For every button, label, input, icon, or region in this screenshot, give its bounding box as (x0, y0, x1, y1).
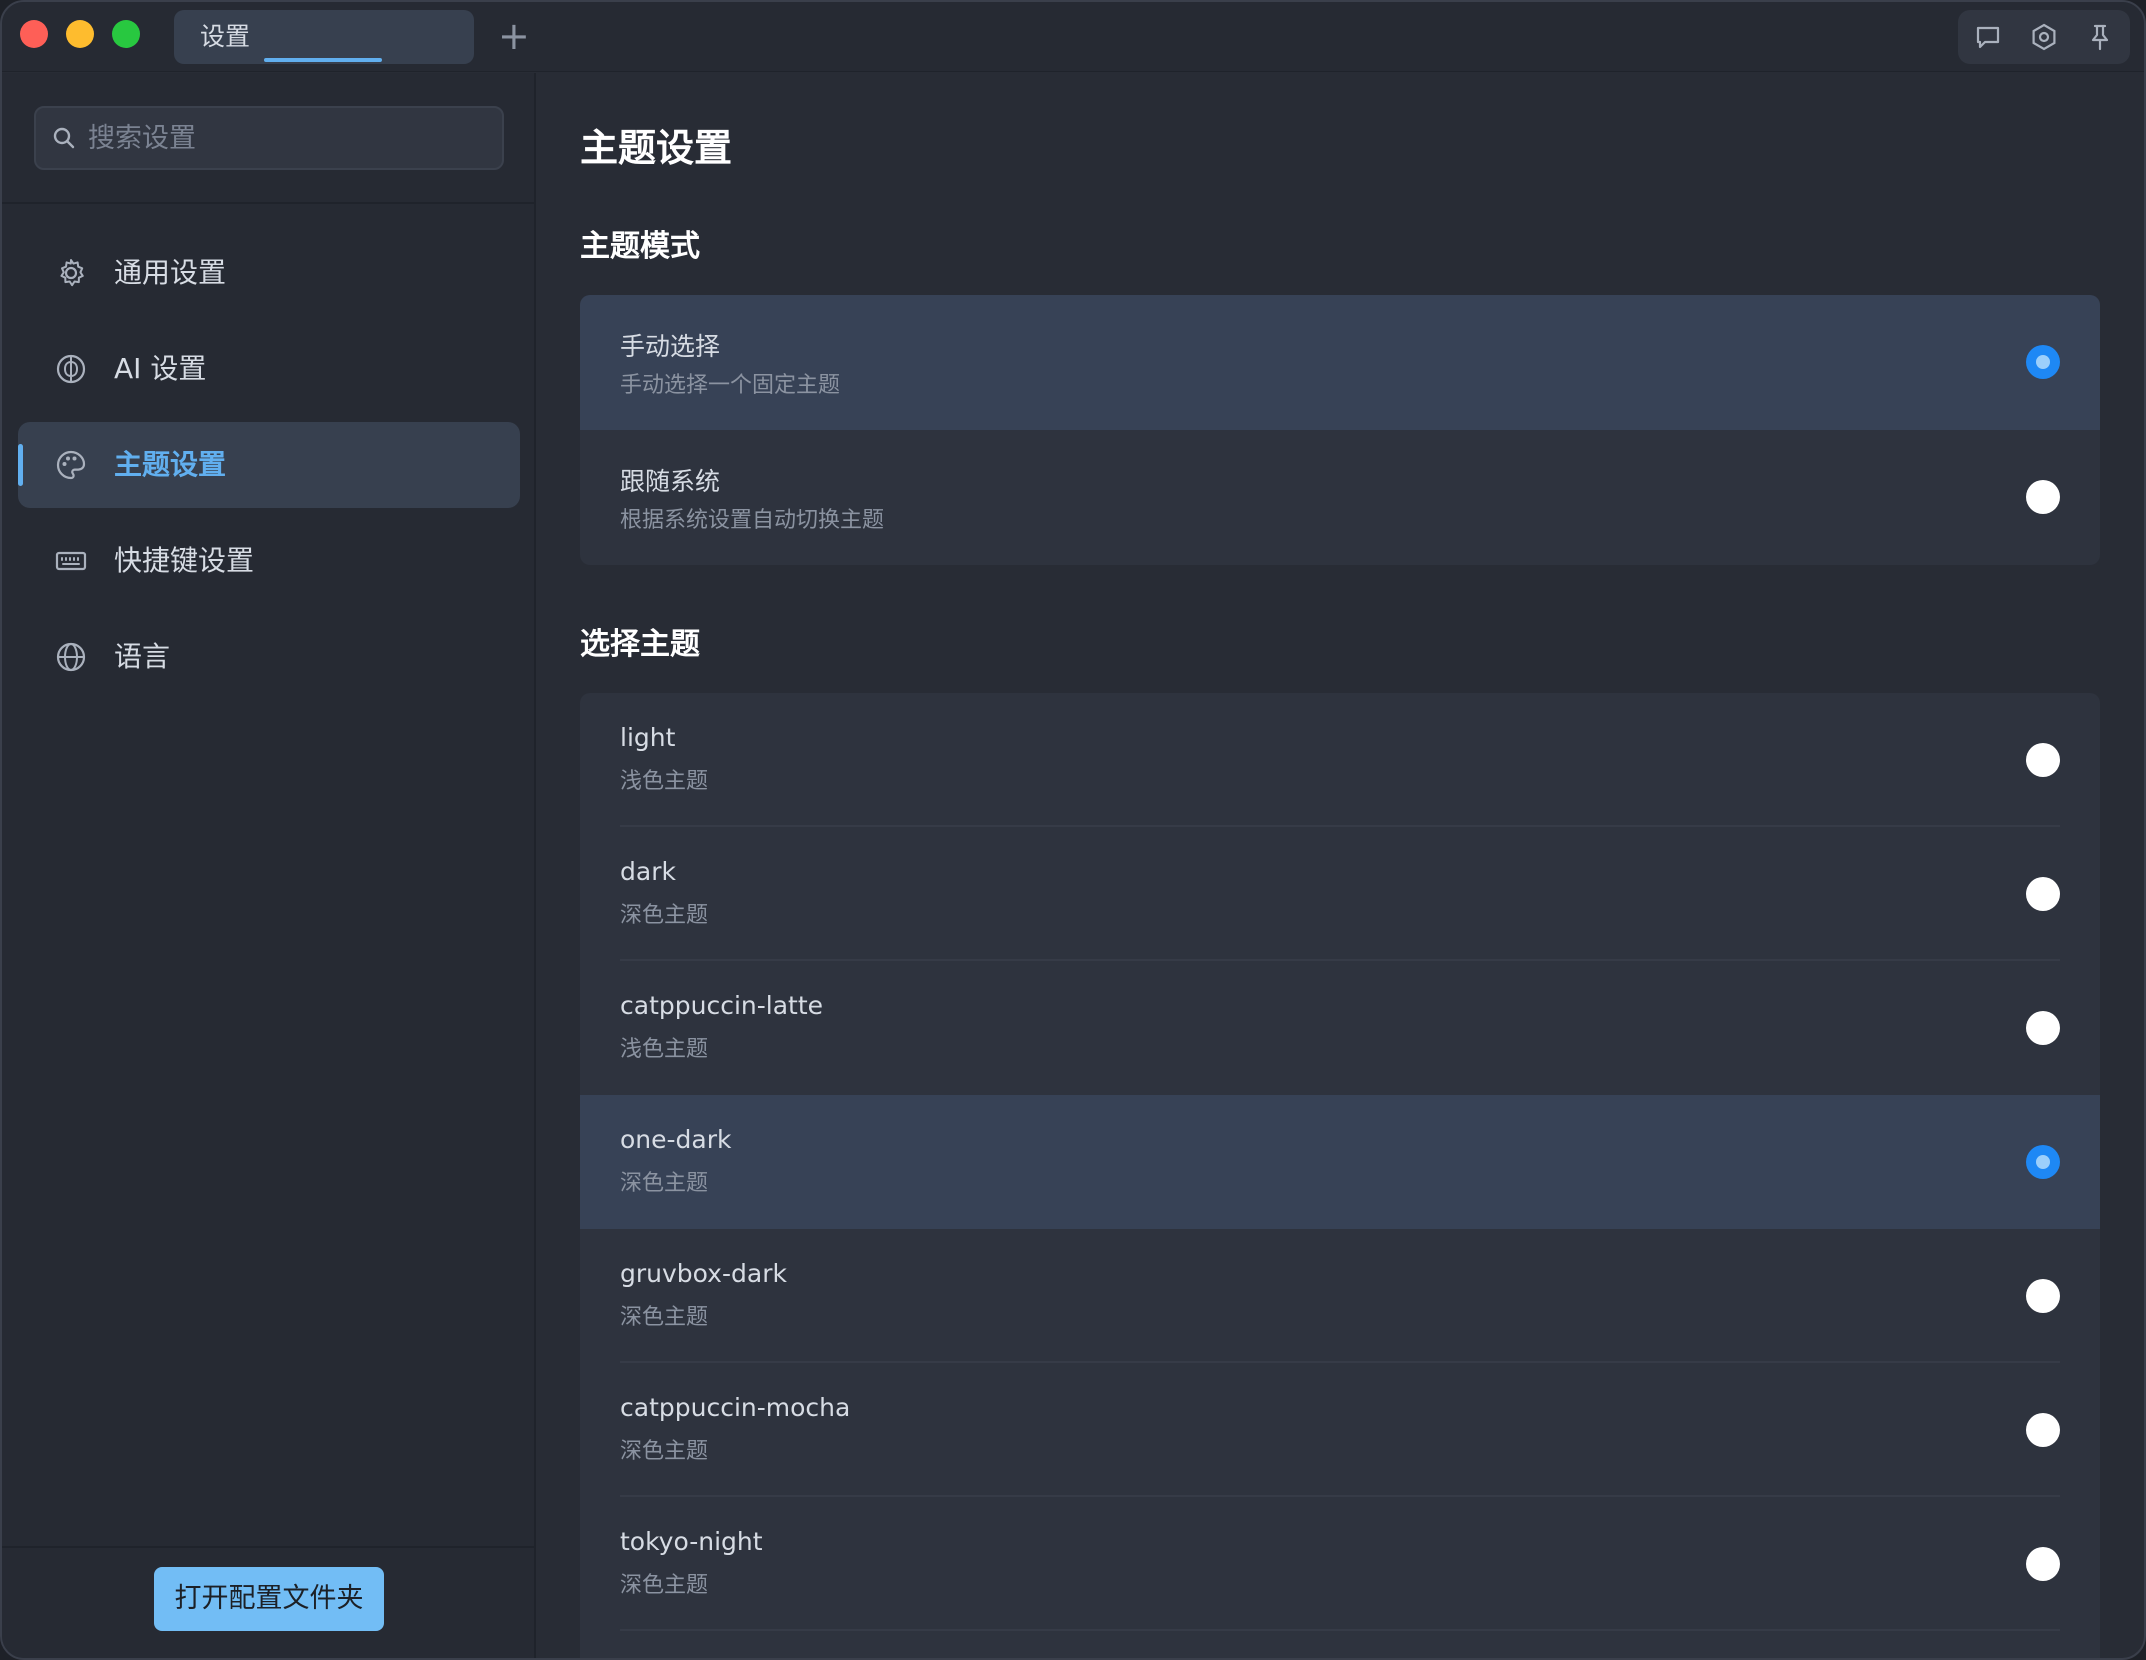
radio-button[interactable] (2026, 1145, 2060, 1179)
sidebar-item-ai[interactable]: AI 设置 (18, 326, 520, 412)
sidebar-item-label: 主题设置 (114, 448, 227, 481)
mode-option-system[interactable]: 跟随系统 根据系统设置自动切换主题 (580, 430, 2100, 565)
open-config-folder-button[interactable]: 打开配置文件夹 (154, 1567, 384, 1631)
sidebar-item-label: 通用设置 (114, 256, 227, 289)
theme-description: 浅色主题 (620, 769, 709, 794)
mode-option-manual[interactable]: 手动选择 手动选择一个固定主题 (580, 295, 2100, 430)
sidebar-divider (2, 202, 534, 204)
maximize-window-button[interactable] (112, 20, 140, 48)
page-title: 主题设置 (580, 126, 733, 170)
tab-label: 设置 (200, 22, 251, 51)
theme-row-dark[interactable]: dark 深色主题 (580, 827, 2100, 961)
theme-name: gruvbox-dark (620, 1259, 787, 1288)
theme-name: tokyo-night (620, 1527, 763, 1556)
theme-row-light[interactable]: light 浅色主题 (580, 693, 2100, 827)
option-subtitle: 手动选择一个固定主题 (620, 373, 841, 398)
option-title: 跟随系统 (620, 467, 721, 496)
sidebar-item-shortcuts[interactable]: 快捷键设置 (18, 518, 520, 604)
radio-button[interactable] (2026, 1279, 2060, 1313)
close-window-button[interactable] (20, 20, 48, 48)
gear-icon (54, 256, 88, 290)
theme-description: 浅色主题 (620, 1037, 709, 1062)
radio-button[interactable] (2026, 1011, 2060, 1045)
radio-button[interactable] (2026, 1547, 2060, 1581)
search-box (34, 106, 504, 170)
theme-list-card: light 浅色主题 dark 深色主题 catppuccin-latte 浅色… (580, 693, 2100, 1658)
sidebar-item-label: AI 设置 (114, 352, 207, 385)
sidebar: 通用设置 AI 设置 主题设置 快捷键设置 语言 (2, 73, 536, 1658)
radio-button[interactable] (2026, 1413, 2060, 1447)
sidebar-item-general[interactable]: 通用设置 (18, 230, 520, 316)
option-subtitle: 根据系统设置自动切换主题 (620, 508, 885, 533)
title-bar: 设置 + (2, 2, 2144, 72)
radio-button[interactable] (2026, 480, 2060, 514)
select-theme-section-title: 选择主题 (580, 627, 700, 662)
theme-row-catppuccin-latte[interactable]: catppuccin-latte 浅色主题 (580, 961, 2100, 1095)
settings-icon[interactable] (2028, 21, 2060, 53)
add-tab-icon[interactable]: + (498, 16, 530, 56)
theme-description: 深色主题 (620, 1439, 709, 1464)
theme-mode-section-title: 主题模式 (580, 229, 700, 264)
theme-row-tokyo-night[interactable]: tokyo-night 深色主题 (580, 1497, 2100, 1631)
theme-name: dark (620, 857, 676, 886)
minimize-window-button[interactable] (66, 20, 94, 48)
theme-description: 深色主题 (620, 903, 709, 928)
active-indicator (18, 444, 23, 486)
keyboard-icon (54, 544, 88, 578)
tab-settings[interactable]: 设置 (174, 10, 474, 64)
main-content: 主题设置 主题模式 手动选择 手动选择一个固定主题 跟随系统 根据系统设置自动切… (538, 73, 2144, 1658)
theme-row-catppuccin-mocha[interactable]: catppuccin-mocha 深色主题 (580, 1363, 2100, 1497)
sidebar-item-label: 快捷键设置 (114, 544, 255, 577)
palette-icon (54, 448, 88, 482)
tab-active-indicator (264, 58, 382, 62)
pin-icon[interactable] (2084, 21, 2116, 53)
row-divider (620, 1629, 2060, 1631)
theme-name: light (620, 723, 676, 752)
theme-row-gruvbox-dark[interactable]: gruvbox-dark 深色主题 (580, 1229, 2100, 1363)
ai-brain-icon (54, 352, 88, 386)
theme-description: 深色主题 (620, 1305, 709, 1330)
sidebar-item-label: 语言 (114, 640, 171, 673)
theme-row-one-dark[interactable]: one-dark 深色主题 (580, 1095, 2100, 1229)
radio-button[interactable] (2026, 877, 2060, 911)
radio-button[interactable] (2026, 743, 2060, 777)
search-input[interactable] (88, 108, 488, 168)
search-icon (53, 127, 75, 149)
sidebar-item-theme[interactable]: 主题设置 (18, 422, 520, 508)
settings-window: 设置 + 通用设置 (0, 0, 2146, 1660)
theme-description: 深色主题 (620, 1573, 709, 1598)
theme-mode-card: 手动选择 手动选择一个固定主题 跟随系统 根据系统设置自动切换主题 (580, 295, 2100, 565)
theme-name: catppuccin-mocha (620, 1393, 851, 1422)
sidebar-item-language[interactable]: 语言 (18, 614, 520, 700)
globe-icon (54, 640, 88, 674)
theme-name: catppuccin-latte (620, 991, 824, 1020)
theme-description: 深色主题 (620, 1171, 709, 1196)
chat-icon[interactable] (1972, 21, 2004, 53)
radio-button[interactable] (2026, 345, 2060, 379)
sidebar-footer-divider (2, 1546, 534, 1548)
window-toolbar (1958, 10, 2130, 64)
option-title: 手动选择 (620, 332, 721, 361)
theme-name: one-dark (620, 1125, 732, 1154)
